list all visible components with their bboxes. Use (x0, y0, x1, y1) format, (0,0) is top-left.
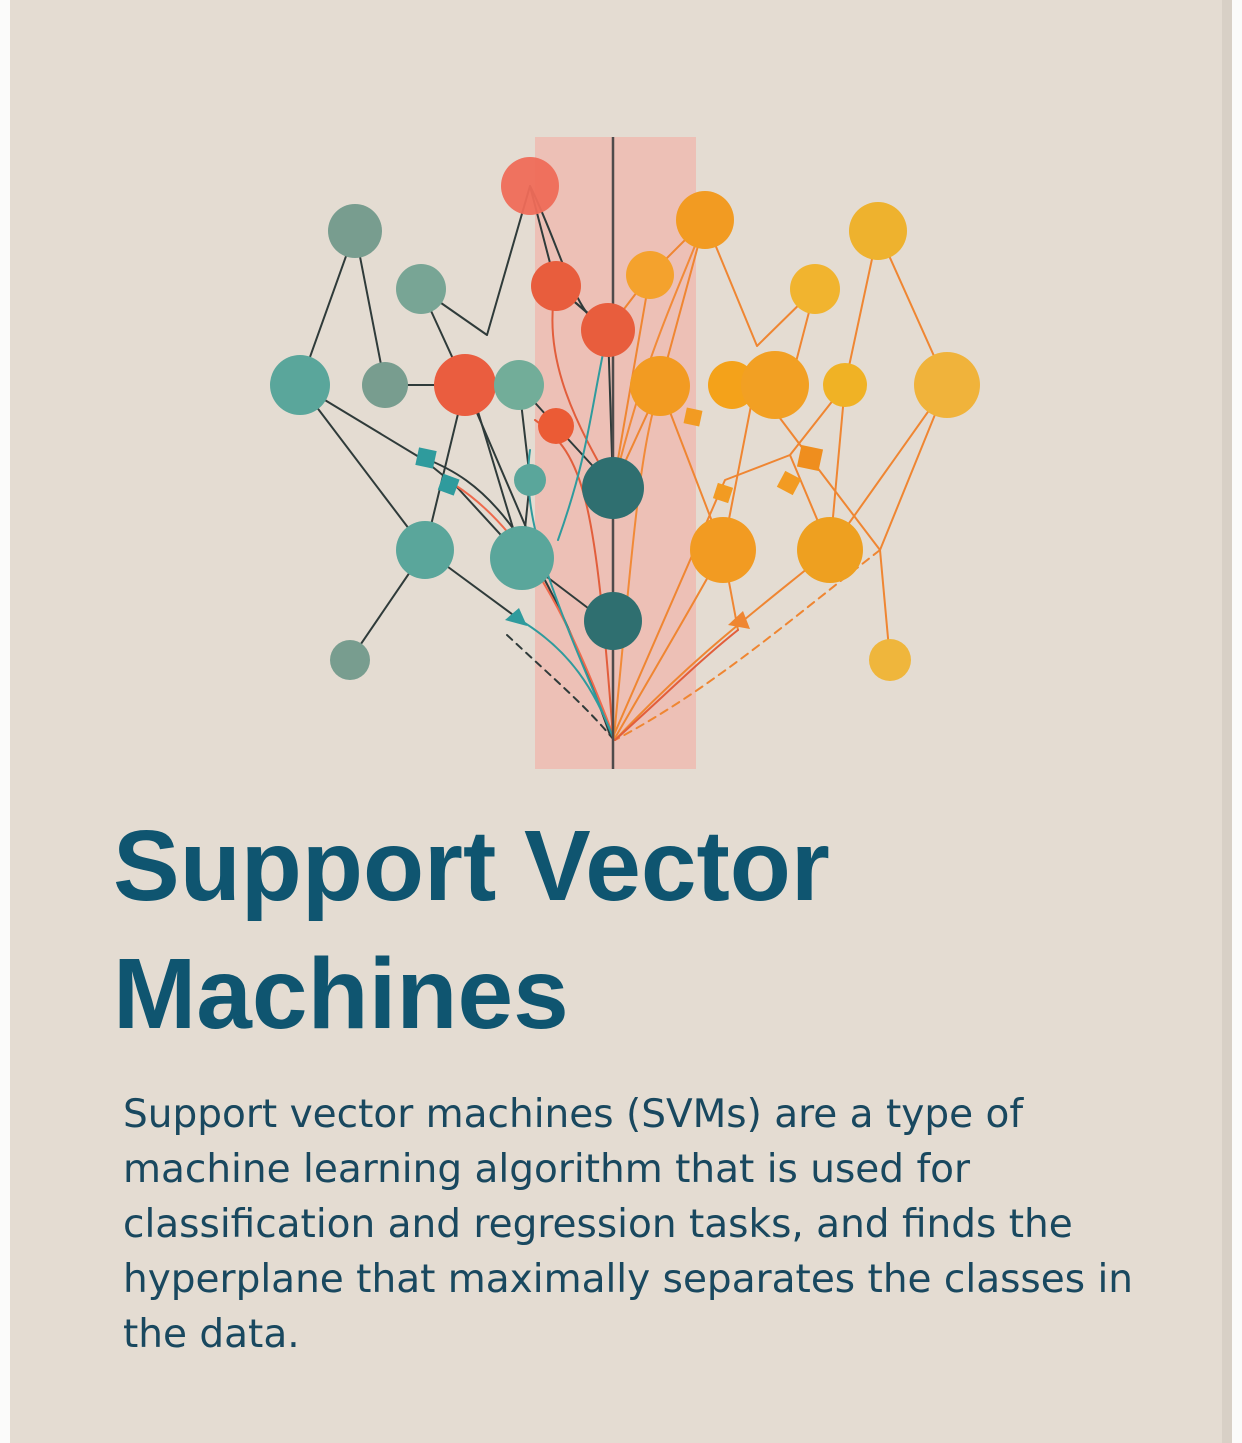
description-paragraph: Support vector machines (SVMs) are a typ… (123, 1092, 1134, 1357)
gray-green-node (362, 362, 408, 408)
gray-green-node (328, 204, 382, 258)
teal-diamond-node (415, 447, 437, 469)
coral-node (581, 303, 635, 357)
teal-node (396, 521, 454, 579)
teal-node (494, 360, 544, 410)
orange-diamond-node (683, 407, 703, 427)
coral-node (531, 261, 581, 311)
teal-node (270, 355, 330, 415)
coral-node (434, 354, 496, 416)
margin-band (535, 137, 696, 769)
coral-node (538, 408, 574, 444)
orange-node (690, 517, 756, 583)
gray-green-node (330, 640, 370, 680)
gray-green-node (396, 264, 446, 314)
dark-teal-node (582, 457, 644, 519)
orange-small-node (728, 611, 750, 629)
coral-node (501, 157, 559, 215)
teal-node (514, 464, 546, 496)
yellow-node (790, 264, 840, 314)
yellow-node (823, 363, 867, 407)
orange-node (630, 356, 690, 416)
orange-node (676, 191, 734, 249)
orange-diamond-node (796, 444, 824, 472)
orange-node (626, 251, 674, 299)
page-title: Support Vector Machines (113, 810, 830, 1050)
svm-network-illustration (270, 137, 980, 769)
teal-node (490, 526, 554, 590)
svm-poster: Support Vector Machines Support vector m… (10, 0, 1232, 1443)
teal-diamond-node (437, 473, 460, 496)
orange-node (741, 351, 809, 419)
yellow-node (849, 202, 907, 260)
yellow-node (869, 639, 911, 681)
dark-teal-node (584, 592, 642, 650)
orange-node (797, 517, 863, 583)
yellow-node (914, 352, 980, 418)
